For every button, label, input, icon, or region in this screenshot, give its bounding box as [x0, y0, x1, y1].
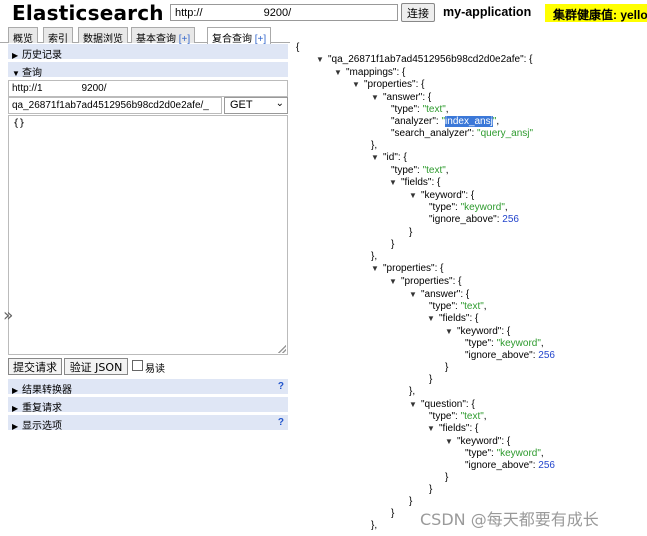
json-line: "type": "keyword", [465, 448, 544, 459]
collapse-toggle-icon[interactable]: ▼ [427, 423, 439, 435]
pretty-label: 易读 [145, 364, 165, 375]
help-icon[interactable]: ? [278, 417, 284, 428]
json-line: "ignore_above": 256 [465, 350, 555, 361]
json-line: } [391, 239, 395, 250]
collapse-toggle-icon[interactable]: ▼ [445, 326, 457, 338]
tab-structured-query[interactable]: 基本查询 [+] [131, 27, 196, 45]
json-line: "type": "keyword", [465, 338, 544, 349]
json-line[interactable]: ▼ "properties": { [389, 276, 461, 288]
collapse-toggle-icon[interactable]: ▼ [316, 54, 328, 66]
json-line[interactable]: ▼ "keyword": { [445, 436, 510, 448]
collapse-toggle-icon[interactable]: ▼ [371, 152, 383, 164]
cluster-health-badge: 集群健康值: yellow [545, 4, 647, 22]
json-line: }, [371, 140, 378, 151]
collapse-toggle-icon[interactable]: ▼ [445, 436, 457, 448]
json-line: } [409, 227, 413, 238]
connect-button[interactable]: 连接 [401, 3, 435, 22]
json-line: "type": "text", [391, 104, 449, 115]
base-url-input[interactable] [8, 80, 288, 97]
tab-any-request[interactable]: 复合查询 [+] [207, 27, 272, 45]
collapse-toggle-icon[interactable]: ▼ [389, 177, 401, 189]
json-line[interactable]: ▼ "answer": { [409, 289, 469, 301]
json-line[interactable]: ▼ "fields": { [427, 313, 478, 325]
json-line: "analyzer": "index_ansj", [391, 116, 500, 127]
json-line: "type": "text", [429, 301, 487, 312]
json-line: "type": "text", [391, 165, 449, 176]
collapse-toggle-icon[interactable]: ▼ [409, 289, 421, 301]
resize-grip-icon[interactable] [278, 345, 286, 353]
display-options-section[interactable]: ▶ 显示选项 ? [8, 415, 288, 432]
validate-json-button[interactable]: 验证 JSON [64, 358, 128, 375]
json-line: } [445, 362, 449, 373]
collapse-toggle-icon[interactable]: ▼ [371, 263, 383, 275]
tab-browser[interactable]: 数据浏览 [78, 27, 128, 45]
history-section[interactable]: ▶ 历史记录 [8, 44, 288, 61]
chevron-down-icon: ⌄ [275, 98, 284, 109]
json-line: }, [371, 251, 378, 262]
json-response-view: { ▼ "qa_26871f1ab7ad4512956b98cd2d0e2afe"… [296, 40, 646, 536]
watermark: CSDN @每天都要有成长 [420, 510, 599, 529]
json-line: "ignore_above": 256 [429, 214, 519, 225]
caret-right-icon: ▶ [12, 404, 19, 413]
collapse-toggle-icon[interactable]: ▼ [352, 79, 364, 91]
request-body-editor[interactable]: {} [8, 115, 288, 355]
cluster-name: my-application [443, 5, 532, 19]
app-header: Elasticsearch 连接 my-application 集群健康值: y… [0, 0, 647, 26]
json-line[interactable]: ▼ "properties": { [352, 79, 424, 91]
json-line: }, [409, 386, 416, 397]
json-line: "ignore_above": 256 [465, 460, 555, 471]
json-line[interactable]: ▼ "id": { [371, 152, 407, 164]
result-transformer-section[interactable]: ▶ 结果转换器 ? [8, 379, 288, 396]
json-line[interactable]: ▼ "fields": { [389, 177, 440, 189]
app-title: Elasticsearch [12, 1, 164, 25]
submit-request-button[interactable]: 提交请求 [8, 358, 62, 375]
json-line[interactable]: ▼ "fields": { [427, 423, 478, 435]
json-line[interactable]: ▼ "mappings": { [334, 67, 405, 79]
collapse-panel-icon[interactable]: ›› [3, 305, 14, 326]
query-section[interactable]: ▼ 查询 [8, 62, 288, 79]
json-line[interactable]: ▼ "question": { [409, 399, 475, 411]
tab-bar: 概览 索引 数据浏览 基本查询 [+] 复合查询 [+] [0, 27, 290, 45]
collapse-toggle-icon[interactable]: ▼ [409, 399, 421, 411]
collapse-toggle-icon[interactable]: ▼ [409, 190, 421, 202]
caret-right-icon: ▶ [12, 386, 19, 395]
request-path-input[interactable] [8, 97, 222, 114]
json-line[interactable]: ▼ "qa_26871f1ab7ad4512956b98cd2d0e2afe": … [316, 54, 533, 66]
json-line: } [391, 508, 395, 519]
collapse-toggle-icon[interactable]: ▼ [334, 67, 346, 79]
method-select[interactable]: GET ⌄ [224, 97, 288, 114]
json-line: } [429, 374, 433, 385]
json-line[interactable]: ▼ "keyword": { [409, 190, 474, 202]
pretty-checkbox[interactable] [132, 360, 143, 371]
tab-indices[interactable]: 索引 [43, 27, 73, 45]
collapse-toggle-icon[interactable]: ▼ [389, 276, 401, 288]
caret-right-icon: ▶ [12, 51, 19, 60]
json-line: "search_analyzer": "query_ansj" [391, 128, 534, 139]
collapse-toggle-icon[interactable]: ▼ [371, 92, 383, 104]
json-line[interactable]: ▼ "properties": { [371, 263, 443, 275]
repeat-request-section[interactable]: ▶ 重复请求 [8, 397, 288, 414]
help-icon[interactable]: ? [278, 381, 284, 392]
json-line: } [429, 484, 433, 495]
caret-right-icon: ▶ [12, 422, 19, 431]
json-line: } [409, 496, 413, 507]
json-line: { [296, 42, 300, 53]
json-line: "type": "text", [429, 411, 487, 422]
caret-down-icon: ▼ [12, 69, 20, 78]
json-line[interactable]: ▼ "answer": { [371, 92, 431, 104]
collapse-toggle-icon[interactable]: ▼ [427, 313, 439, 325]
cluster-url-input[interactable] [170, 4, 398, 21]
tab-overview[interactable]: 概览 [8, 27, 38, 45]
json-line: "type": "keyword", [429, 202, 508, 213]
json-line[interactable]: ▼ "keyword": { [445, 326, 510, 338]
json-line: } [445, 472, 449, 483]
json-line: }, [371, 520, 378, 531]
